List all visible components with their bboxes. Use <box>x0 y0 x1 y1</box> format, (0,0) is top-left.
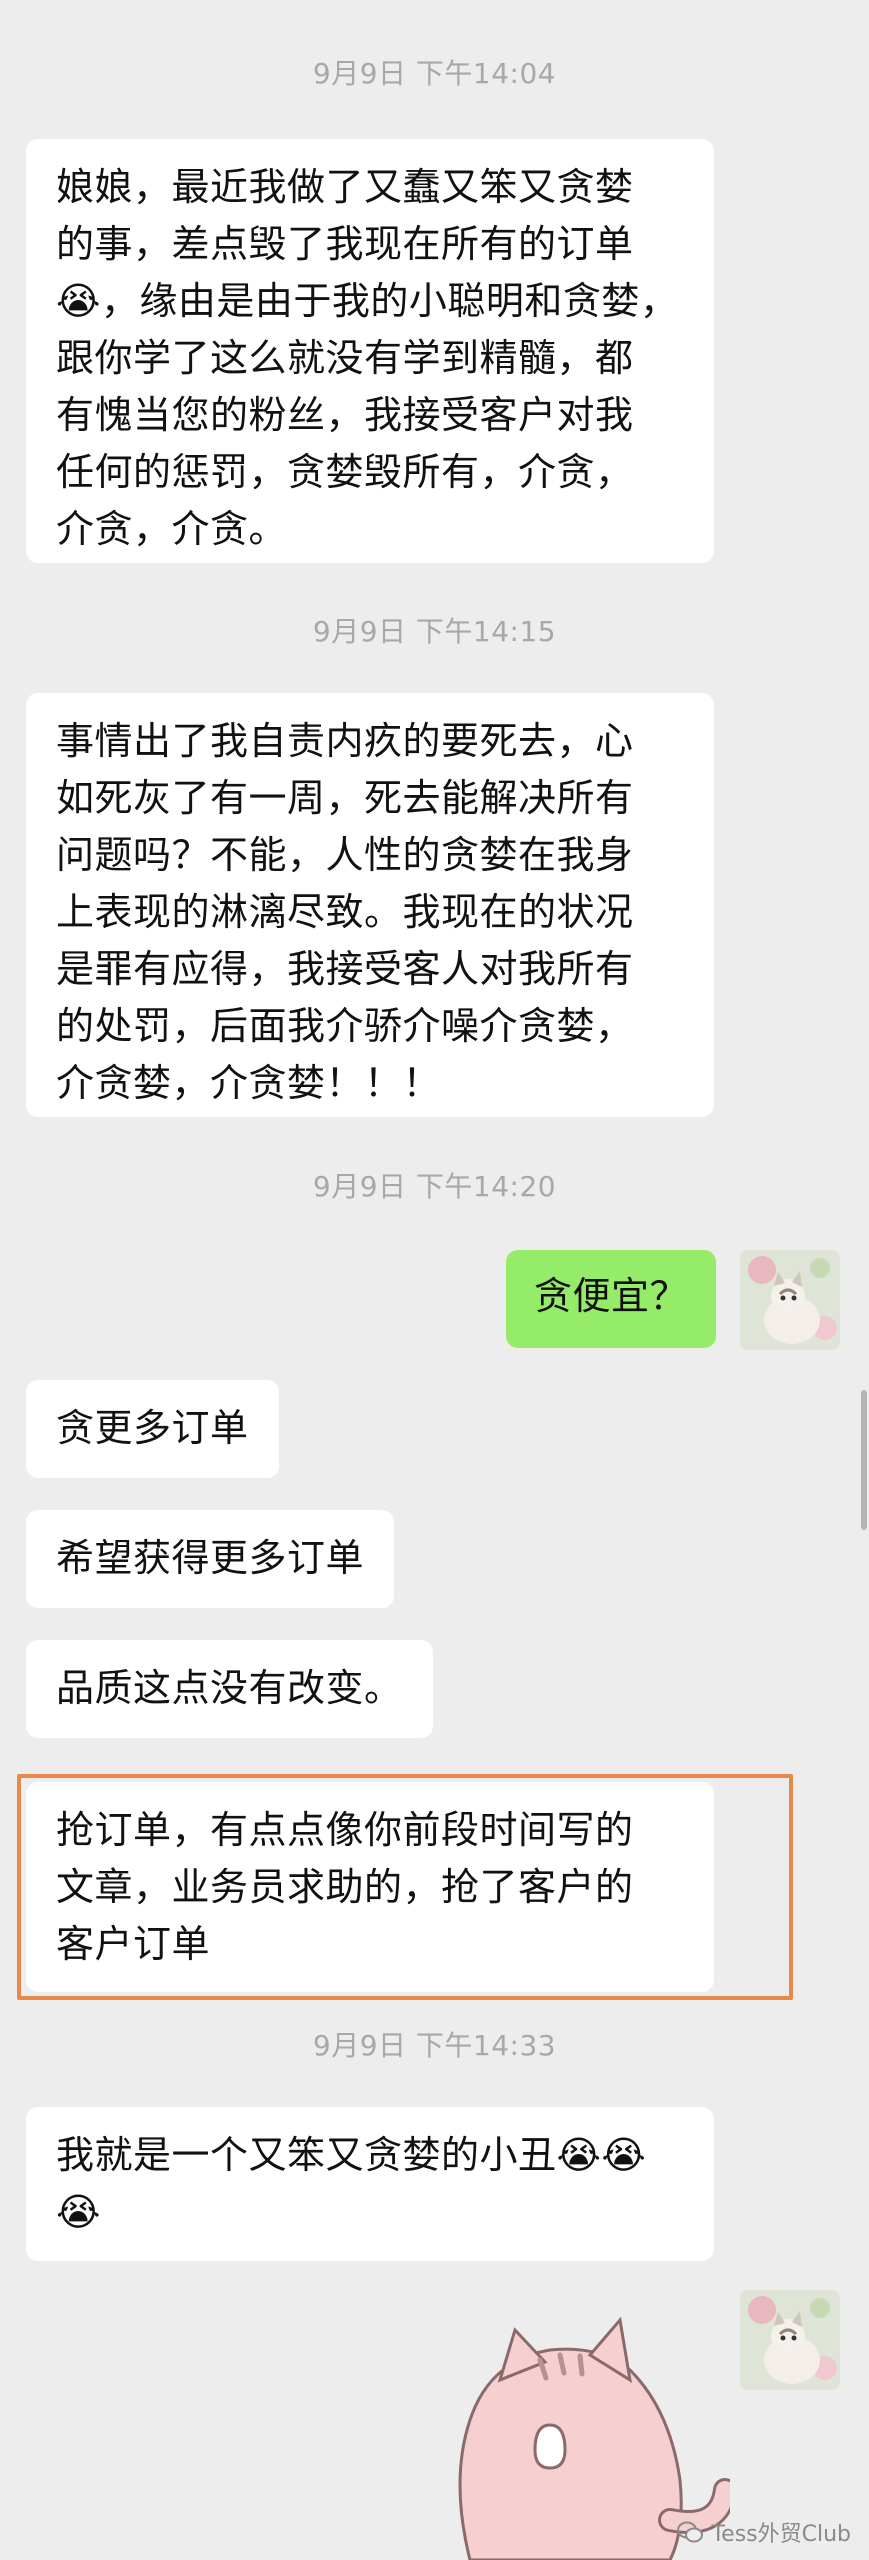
message-line: 贪更多订单 <box>56 1406 249 1450</box>
message-line: 的事，差点毁了我现在所有的订单 <box>56 222 634 266</box>
message-bubble[interactable]: 希望获得更多订单 <box>26 1510 395 1608</box>
wechat-icon <box>677 2521 704 2543</box>
cat-avatar-image <box>740 1250 840 1350</box>
my-message-bubble[interactable]: 贪便宜？ <box>506 1250 717 1348</box>
message-line: 品质这点没有改变。 <box>56 1666 403 1710</box>
my-avatar[interactable] <box>740 1250 840 1350</box>
my-avatar[interactable] <box>740 2290 840 2390</box>
message-line: 跟你学了这么就没有学到精髓，都 <box>56 336 634 380</box>
message-line: 问题吗？不能，人性的贪婪在我身 <box>56 833 634 877</box>
message-line: 任何的惩罚，贪婪毁所有，介贪， <box>56 450 634 494</box>
message-bubble[interactable]: 品质这点没有改变。 <box>26 1640 433 1738</box>
message-line: 是罪有应得，我接受客人对我所有 <box>56 947 634 991</box>
message-line: 事情出了我自责内疚的要死去，心 <box>56 719 634 763</box>
message-line: 贪便宜？ <box>534 1274 689 1318</box>
message-line: 有愧当您的粉丝，我接受客户对我 <box>56 393 634 437</box>
message-line: 如死灰了有一周，死去能解决所有 <box>56 776 634 820</box>
message-line: 娘娘，最近我做了又蠢又笨又贪婪 <box>56 165 634 209</box>
message-bubble[interactable]: 我就是一个又笨又贪婪的小丑😭😭 😭 <box>26 2107 714 2261</box>
message-line: 希望获得更多订单 <box>56 1536 365 1580</box>
message-line: 介贪婪，介贪婪！！！ <box>56 1061 442 1105</box>
timestamp: 9月9日 下午14:04 <box>312 57 557 90</box>
message-line: 我就是一个又笨又贪婪的小丑😭😭 <box>56 2133 647 2177</box>
watermark: Tess外贸Club <box>677 2516 851 2548</box>
message-bubble[interactable]: 事情出了我自责内疚的要死去，心 如死灰了有一周，死去能解决所有 问题吗？不能，人… <box>26 693 714 1117</box>
message-line: 😭，缘由是由于我的小聪明和贪婪， <box>56 279 679 323</box>
watermark-text: Tess外贸Club <box>711 2522 851 2547</box>
message-line: 的处罚，后面我介骄介噪介贪婪， <box>56 1004 634 1048</box>
highlight-box <box>17 1774 793 2000</box>
message-line: 😭 <box>56 2190 101 2234</box>
timestamp: 9月9日 下午14:20 <box>312 1170 557 1203</box>
timestamp: 9月9日 下午14:33 <box>312 2029 557 2062</box>
message-line: 上表现的淋漓尽致。我现在的状况 <box>56 890 634 934</box>
message-line: 介贪，介贪。 <box>56 507 288 551</box>
message-bubble[interactable]: 娘娘，最近我做了又蠢又笨又贪婪 的事，差点毁了我现在所有的订单 😭，缘由是由于我… <box>26 139 714 563</box>
timestamp: 9月9日 下午14:15 <box>312 615 557 648</box>
cat-avatar-image <box>740 2290 840 2390</box>
scrollbar[interactable] <box>861 1390 867 1530</box>
message-bubble[interactable]: 贪更多订单 <box>26 1380 279 1478</box>
